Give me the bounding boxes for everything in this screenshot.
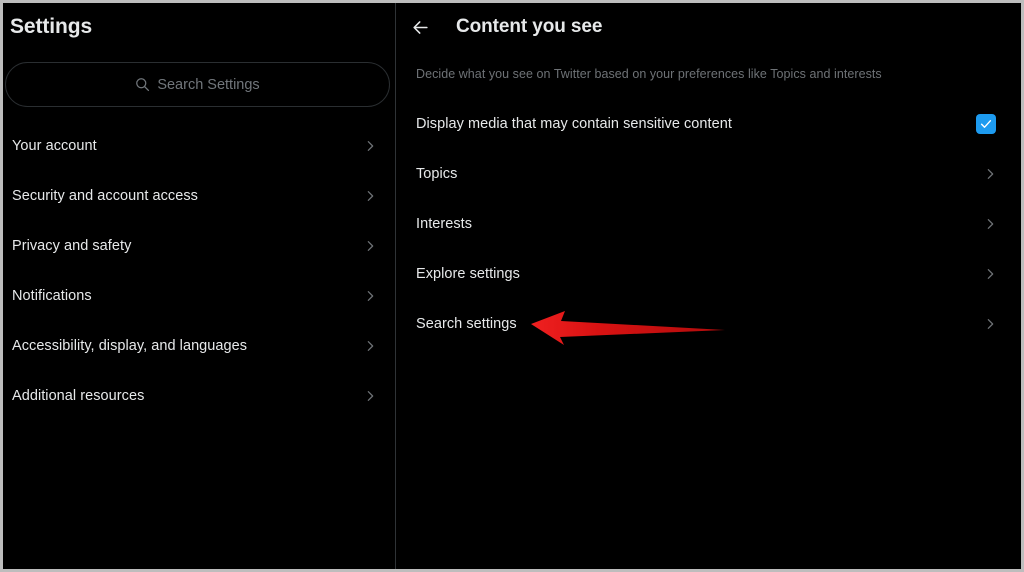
chevron-right-icon (984, 318, 997, 331)
row-topics[interactable]: Topics (397, 149, 1021, 199)
chevron-right-icon (984, 218, 997, 231)
row-explore-settings[interactable]: Explore settings (397, 249, 1021, 299)
sidebar-title: Settings (10, 15, 93, 38)
sidebar-item-label: Your account (12, 138, 97, 154)
sidebar-item-label: Additional resources (12, 388, 145, 404)
search-icon (135, 77, 150, 92)
sidebar-item-label: Accessibility, display, and languages (12, 338, 248, 354)
panel-description: Decide what you see on Twitter based on … (416, 67, 882, 81)
page-title: Content you see (456, 16, 603, 37)
sensitive-content-checkbox[interactable] (976, 114, 996, 134)
panel-settings-list: Display media that may contain sensitive… (397, 99, 1021, 349)
search-settings-field[interactable]: Search Settings (5, 62, 390, 107)
chevron-right-icon (364, 290, 377, 303)
chevron-right-icon (364, 140, 377, 153)
row-label: Interests (416, 216, 473, 232)
settings-sidebar: Settings Search Settings Your account Se… (3, 3, 396, 569)
chevron-right-icon (364, 190, 377, 203)
sidebar-nav-list: Your account Security and account access… (3, 121, 396, 421)
row-label: Explore settings (416, 266, 520, 282)
row-interests[interactable]: Interests (397, 199, 1021, 249)
checkmark-icon (979, 117, 993, 131)
row-label: Topics (416, 166, 458, 182)
chevron-right-icon (984, 268, 997, 281)
content-you-see-panel: Content you see Decide what you see on T… (397, 3, 1021, 569)
panel-header: Content you see (397, 3, 602, 51)
chevron-right-icon (364, 240, 377, 253)
row-search-settings[interactable]: Search settings (397, 299, 1021, 349)
chevron-right-icon (364, 340, 377, 353)
sidebar-item-security-and-account-access[interactable]: Security and account access (3, 171, 396, 221)
sidebar-item-accessibility-display-and-languages[interactable]: Accessibility, display, and languages (3, 321, 396, 371)
row-label: Display media that may contain sensitive… (416, 116, 732, 132)
row-display-sensitive-media[interactable]: Display media that may contain sensitive… (397, 99, 1021, 149)
row-label: Search settings (416, 316, 517, 332)
chevron-right-icon (984, 168, 997, 181)
sidebar-item-notifications[interactable]: Notifications (3, 271, 396, 321)
screenshot-frame: Settings Search Settings Your account Se… (0, 0, 1024, 572)
chevron-right-icon (364, 390, 377, 403)
arrow-left-icon (411, 18, 430, 37)
sidebar-item-your-account[interactable]: Your account (3, 121, 396, 171)
search-input-placeholder[interactable]: Search Settings (157, 77, 259, 93)
sidebar-item-label: Security and account access (12, 188, 198, 204)
sidebar-item-label: Notifications (12, 288, 92, 304)
sidebar-item-additional-resources[interactable]: Additional resources (3, 371, 396, 421)
sidebar-item-privacy-and-safety[interactable]: Privacy and safety (3, 221, 396, 271)
sidebar-item-label: Privacy and safety (12, 238, 132, 254)
back-button[interactable] (403, 10, 437, 44)
